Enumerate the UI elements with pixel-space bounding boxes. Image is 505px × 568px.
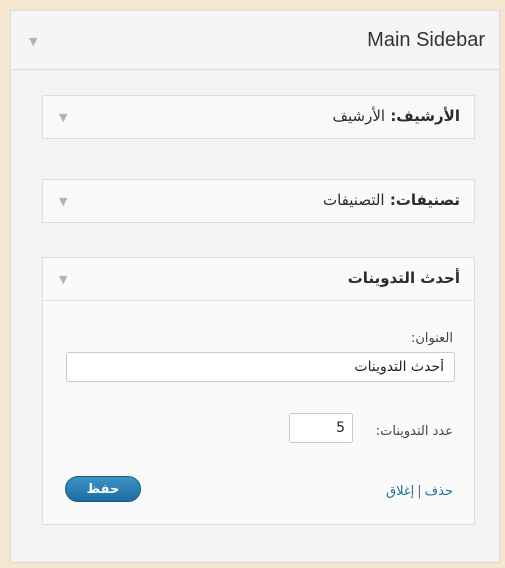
widget-title-instance: التصنيفات (322, 191, 385, 209)
collapse-arrow-icon[interactable]: ▼ (29, 35, 37, 48)
post-count-input[interactable] (289, 413, 353, 443)
sidebar-header[interactable]: ▼ Main Sidebar (11, 11, 499, 70)
widget-title-bar[interactable]: أحدث التدوينات ▼ (43, 258, 474, 301)
widget-recent-posts: أحدث التدوينات ▼ العنوان: عدد التدوينات:… (42, 257, 475, 525)
widget-archives[interactable]: الأرشيف: الأرشيف ▼ (42, 95, 475, 139)
widget-title-bar[interactable]: تصنيفات: التصنيفات ▼ (43, 180, 474, 223)
post-count-label: عدد التدوينات: (375, 424, 453, 439)
collapse-arrow-icon[interactable]: ▼ (59, 273, 67, 286)
widget-actions: حذف|إغلاق (386, 484, 453, 499)
expand-arrow-icon[interactable]: ▼ (59, 111, 67, 124)
widget-title-name: الأرشيف: (390, 107, 460, 125)
sidebar-title: Main Sidebar (367, 29, 485, 51)
widget-title-name: تصنيفات: (389, 191, 460, 209)
widget-title-bar[interactable]: الأرشيف: الأرشيف ▼ (43, 96, 474, 139)
widget-title: تصنيفات: التصنيفات (323, 191, 460, 209)
delete-link[interactable]: حذف (425, 484, 453, 499)
title-input[interactable] (66, 352, 455, 382)
separator: | (417, 484, 422, 499)
close-link[interactable]: إغلاق (386, 484, 414, 499)
title-field-label: العنوان: (410, 331, 453, 346)
widget-title: أحدث التدوينات (347, 269, 460, 287)
widget-title-instance: الأرشيف (332, 107, 386, 125)
widget-title: الأرشيف: الأرشيف (332, 107, 460, 125)
widget-categories[interactable]: تصنيفات: التصنيفات ▼ (42, 179, 475, 223)
expand-arrow-icon[interactable]: ▼ (59, 195, 67, 208)
sidebar-panel: ▼ Main Sidebar الأرشيف: الأرشيف ▼ تصنيفا… (10, 10, 500, 563)
save-button[interactable]: حفظ (65, 476, 141, 502)
